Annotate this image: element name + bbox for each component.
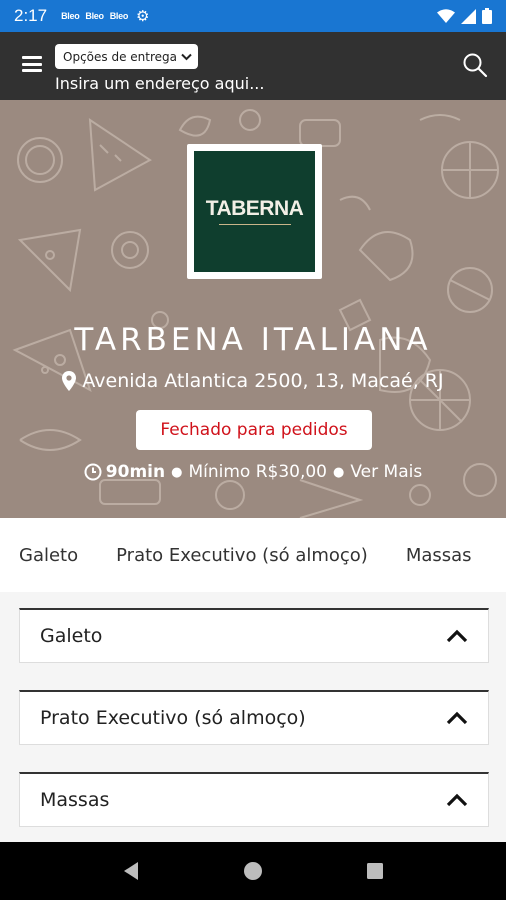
chevron-down-icon — [181, 53, 192, 60]
status-badge: Fechado para pedidos — [136, 410, 372, 450]
restaurant-logo: TABERNA — [187, 144, 322, 279]
chevron-up-icon — [446, 629, 468, 643]
separator-dot: ● — [171, 464, 183, 480]
gear-icon: ⚙ — [136, 7, 150, 25]
chevron-up-icon — [446, 793, 468, 807]
notification-icon: Bleo — [61, 11, 80, 21]
status-bar: 2:17 Bleo Bleo Bleo ⚙ — [0, 0, 506, 32]
location-pin-icon — [62, 371, 77, 391]
battery-icon — [482, 8, 492, 24]
section-title: Massas — [40, 789, 110, 811]
status-time: 2:17 — [14, 6, 48, 25]
home-button[interactable] — [238, 856, 268, 886]
notification-icon: Bleo — [85, 11, 104, 21]
restaurant-info: 90min ● Mínimo R$30,00 ● Ver Mais — [0, 462, 506, 482]
delivery-options-label: Opções de entrega — [63, 49, 177, 64]
minimum-order: Mínimo R$30,00 — [188, 462, 328, 482]
tab-prato-executivo[interactable]: Prato Executivo (só almoço) — [97, 545, 387, 566]
address-input[interactable]: Insira um endereço aqui... — [55, 74, 264, 93]
menu-sections: Galeto Prato Executivo (só almoço) Massa… — [0, 592, 506, 842]
category-tabs: Galeto Prato Executivo (só almoço) Massa… — [0, 518, 506, 592]
see-more-link[interactable]: Ver Mais — [350, 462, 422, 482]
section-title: Galeto — [40, 625, 103, 647]
section-prato-executivo[interactable]: Prato Executivo (só almoço) — [19, 690, 489, 745]
clock-icon — [84, 463, 102, 481]
menu-icon[interactable] — [22, 56, 42, 72]
tab-massas[interactable]: Massas — [387, 545, 491, 566]
back-button[interactable] — [116, 856, 146, 886]
notification-icon: Bleo — [109, 11, 129, 21]
section-massas[interactable]: Massas — [19, 772, 489, 827]
restaurant-name: TARBENA ITALIANA — [74, 322, 432, 358]
home-icon — [244, 862, 262, 880]
recents-button[interactable] — [360, 856, 390, 886]
restaurant-address: Avenida Atlantica 2500, 13, Macaé, RJ — [0, 370, 506, 392]
separator-dot: ● — [333, 464, 345, 480]
delivery-time: 90min — [105, 462, 166, 482]
recents-icon — [367, 863, 383, 879]
restaurant-hero: TABERNA TARBENA ITALIANA Avenida Atlanti… — [0, 100, 506, 518]
wifi-icon — [437, 8, 455, 23]
delivery-options-select[interactable]: Opções de entrega — [55, 44, 198, 69]
section-title: Prato Executivo (só almoço) — [40, 707, 306, 729]
system-nav-bar — [0, 842, 506, 900]
logo-underline — [218, 223, 291, 226]
address-text: Avenida Atlantica 2500, 13, Macaé, RJ — [82, 370, 444, 392]
signal-icon — [461, 8, 476, 24]
chevron-up-icon — [446, 711, 468, 725]
search-icon[interactable] — [462, 52, 488, 78]
back-icon — [124, 862, 138, 880]
app-header: Opções de entrega Insira um endereço aqu… — [0, 32, 506, 100]
section-galeto[interactable]: Galeto — [19, 608, 489, 663]
tab-galeto[interactable]: Galeto — [0, 545, 97, 566]
logo-text: TABERNA — [205, 196, 304, 220]
